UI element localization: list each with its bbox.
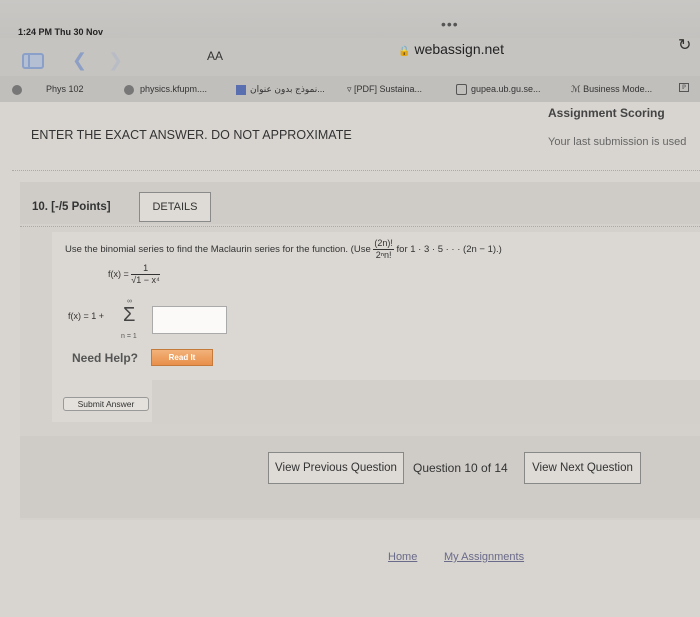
- divider: [12, 170, 700, 171]
- hint-numerator: (2n)!: [373, 238, 394, 250]
- function-fraction: 1 √1 − x⁴: [131, 263, 160, 286]
- site-icon: ℳ: [571, 84, 584, 94]
- browser-toolbar: [0, 38, 700, 76]
- sidebar-toggle-icon[interactable]: [22, 53, 44, 69]
- hint-suffix: for 1 · 3 · 5 · · · (2n − 1).): [396, 244, 502, 256]
- forms-icon: [236, 84, 246, 95]
- text-size-button[interactable]: AA: [207, 49, 223, 63]
- status-time: 1:24 PM Thu 30 Nov: [18, 27, 104, 37]
- forward-icon[interactable]: ❯: [108, 50, 123, 71]
- bookmark-pdf[interactable]: ▿ [PDF] Sustaina...: [347, 84, 422, 95]
- bookmark-gupea[interactable]: gupea.ub.gu.se...: [456, 84, 541, 96]
- function-definition: f(x) = 1 √1 − x⁴: [108, 263, 160, 286]
- prompt-text: Use the binomial series to find the Macl…: [65, 244, 371, 256]
- instruction-text: ENTER THE EXACT ANSWER. DO NOT APPROXIMA…: [31, 128, 352, 142]
- my-assignments-link[interactable]: My Assignments: [444, 551, 524, 563]
- multitask-dots[interactable]: •••: [441, 16, 459, 32]
- need-help-label: Need Help?: [72, 351, 139, 365]
- globe-icon: [12, 84, 22, 95]
- question-number: 10. [-/5 Points]: [32, 201, 111, 213]
- sigma-symbol: Σ: [123, 304, 136, 326]
- function-lhs: f(x) =: [108, 268, 129, 279]
- pin-icon: ▿: [347, 84, 355, 94]
- previous-question-button[interactable]: View Previous Question: [268, 452, 404, 484]
- question-prompt: Use the binomial series to find the Macl…: [65, 238, 502, 261]
- lock-icon: 🔒: [398, 46, 411, 57]
- submit-area: [152, 380, 700, 424]
- back-icon[interactable]: ❮: [72, 50, 87, 71]
- read-it-button[interactable]: Read It: [151, 349, 213, 366]
- bookmark-label: نموذج بدون عنوان...: [250, 84, 325, 94]
- function-denominator: √1 − x⁴: [131, 275, 160, 285]
- series-lhs: f(x) = 1 +: [68, 311, 105, 321]
- bookmark-label: Business Mode...: [583, 84, 653, 94]
- submit-answer-button[interactable]: Submit Answer: [63, 397, 149, 411]
- function-numerator: 1: [131, 263, 160, 275]
- hint-fraction: (2n)! 2ⁿn!: [373, 238, 394, 261]
- status-bar: 1:24 PM Thu 30 Nov •••: [0, 0, 700, 38]
- address-bar[interactable]: 🔒 webassign.net: [398, 41, 504, 57]
- hint-denominator: 2ⁿn!: [375, 250, 392, 260]
- overflow-icon[interactable]: ℙ: [679, 83, 690, 92]
- reload-icon[interactable]: ↻: [678, 35, 691, 55]
- url-text: webassign.net: [414, 41, 504, 57]
- bookmark-label: gupea.ub.gu.se...: [471, 84, 541, 94]
- home-link[interactable]: Home: [388, 551, 417, 563]
- details-button[interactable]: DETAILS: [139, 192, 211, 222]
- bookmark-label: Phys 102: [46, 84, 84, 94]
- answer-input[interactable]: [152, 306, 227, 334]
- bookmark-form[interactable]: نموذج بدون عنوان...: [236, 84, 325, 95]
- next-question-button[interactable]: View Next Question: [524, 452, 641, 484]
- question-header: [20, 182, 700, 224]
- bookmark-phys102[interactable]: Phys 102: [12, 84, 84, 95]
- g-icon: [456, 84, 467, 96]
- bookmark-label: [PDF] Sustaina...: [354, 84, 423, 94]
- bookmark-physics-kfupm[interactable]: physics.kfupm....: [124, 84, 207, 95]
- site-icon: [124, 84, 134, 95]
- sigma-lower: n = 1: [121, 333, 137, 340]
- bookmark-label: physics.kfupm....: [140, 84, 208, 94]
- bookmark-business[interactable]: ℳ Business Mode...: [571, 84, 652, 95]
- divider: [20, 226, 700, 227]
- assignment-scoring-heading: Assignment Scoring: [548, 106, 665, 120]
- last-submission-text: Your last submission is used: [548, 136, 687, 148]
- question-counter: Question 10 of 14: [413, 461, 508, 475]
